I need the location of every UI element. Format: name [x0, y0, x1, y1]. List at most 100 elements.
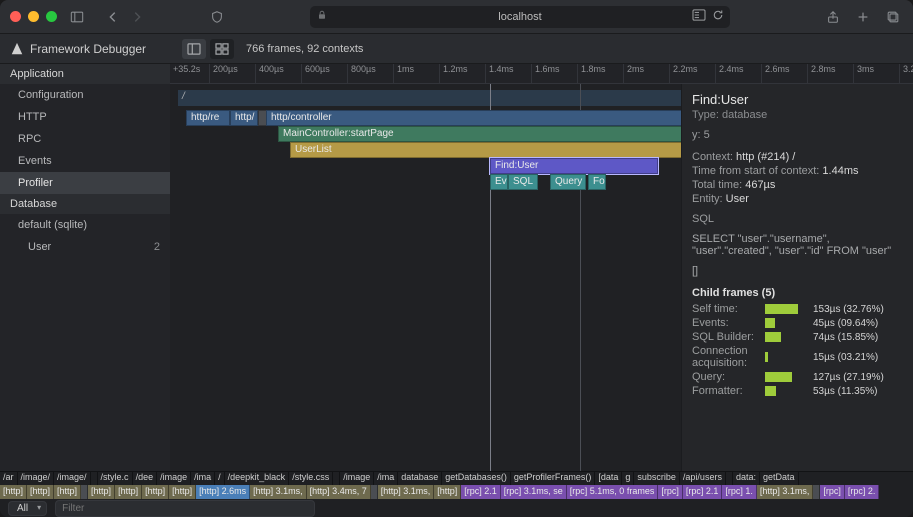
inspector-children-header: Child frames (5): [692, 287, 903, 299]
sidebar-item[interactable]: User2: [0, 236, 170, 258]
child-frame-row: SQL Builder:74µs (15.85%): [692, 331, 903, 343]
body: ApplicationConfigurationHTTPRPCEventsPro…: [0, 64, 913, 471]
inspector-children: Self time:153µs (32.76%)Events:45µs (09.…: [692, 303, 903, 397]
privacy-report-icon[interactable]: [207, 7, 227, 27]
ruler-tick: 3.2ms: [900, 64, 913, 83]
footer-filter-select[interactable]: All: [8, 501, 47, 516]
sidebar-item[interactable]: Configuration: [0, 84, 170, 106]
inspector-title: Find:User: [692, 92, 903, 107]
sidebar-item[interactable]: HTTP: [0, 106, 170, 128]
footer-block[interactable]: [rpc]: [658, 485, 683, 499]
footer-block[interactable]: [http] 2.6ms: [196, 485, 250, 499]
toolbar: Framework Debugger 766 frames, 92 contex…: [0, 34, 913, 64]
inspector-type: Type: database: [692, 109, 903, 121]
flame-span[interactable]: Fo: [588, 174, 606, 190]
footer-block[interactable]: [813, 485, 820, 499]
inspector-time-from-start: Time from start of context: 1.44ms: [692, 165, 903, 177]
sidebar: ApplicationConfigurationHTTPRPCEventsPro…: [0, 64, 170, 471]
address-right-controls: [692, 9, 724, 24]
ruler-tick: 2.8ms: [808, 64, 854, 83]
ruler-tick: 800µs: [348, 64, 394, 83]
sidebar-item[interactable]: default (sqlite): [0, 214, 170, 236]
close-window-button[interactable]: [10, 11, 21, 22]
footer-block[interactable]: [http]: [88, 485, 115, 499]
reader-icon[interactable]: [692, 9, 706, 24]
reload-icon[interactable]: [712, 9, 724, 24]
list-view-button[interactable]: [182, 39, 206, 59]
footer-block[interactable]: [rpc] 1.: [722, 485, 757, 499]
time-ruler[interactable]: +35.2s200µs400µs600µs800µs1ms1.2ms1.4ms1…: [170, 64, 913, 84]
footer-block[interactable]: [http] 3.4ms, 7: [307, 485, 371, 499]
ruler-tick: 2.2ms: [670, 64, 716, 83]
ruler-tick: 1.6ms: [532, 64, 578, 83]
flame-span[interactable]: SQL: [508, 174, 538, 190]
titlebar: localhost: [0, 0, 913, 34]
minimize-window-button[interactable]: [28, 11, 39, 22]
footer-block[interactable]: [http]: [142, 485, 169, 499]
grid-view-button[interactable]: [210, 39, 234, 59]
sidebar-item[interactable]: Events: [0, 150, 170, 172]
inspector-sql: SELECT "user"."username", "user"."create…: [692, 233, 903, 257]
ruler-tick: 1.4ms: [486, 64, 532, 83]
flame-span[interactable]: http/: [230, 110, 258, 126]
footer-block[interactable]: [http]: [54, 485, 81, 499]
flame-span[interactable]: UserList: [290, 142, 681, 158]
footer-label: /image/: [54, 472, 91, 485]
footer-block[interactable]: [371, 485, 378, 499]
footer-block[interactable]: [http] 3.1ms,: [250, 485, 307, 499]
forward-button[interactable]: [127, 7, 147, 27]
flame-graph[interactable]: / http/rehttp/http/controllerhttp/MainCo…: [170, 84, 681, 471]
flame-span[interactable]: http/controller: [266, 110, 681, 126]
sidebar-item[interactable]: Profiler: [0, 172, 170, 194]
lock-icon: [316, 9, 328, 24]
new-tab-icon[interactable]: [853, 7, 873, 27]
flame-span[interactable]: MainController:startPage: [278, 126, 681, 142]
footer-block[interactable]: [http]: [169, 485, 196, 499]
flame-span[interactable]: Query: [550, 174, 586, 190]
footer-block[interactable]: [http] 3.1ms,: [757, 485, 814, 499]
footer-label: data:: [733, 472, 760, 485]
footer-label: database: [398, 472, 442, 485]
footer-block[interactable]: [rpc]: [820, 485, 845, 499]
footer-block[interactable]: [rpc] 2.1: [461, 485, 501, 499]
footer-label: /style.css: [289, 472, 333, 485]
ruler-tick: 2.4ms: [716, 64, 762, 83]
child-frame-row: Formatter:53µs (11.35%): [692, 385, 903, 397]
footer-block[interactable]: [81, 485, 88, 499]
sidebar-toggle-icon[interactable]: [67, 7, 87, 27]
sidebar-section-header: Application: [0, 64, 170, 84]
flame-root[interactable]: /: [178, 90, 681, 106]
back-button[interactable]: [103, 7, 123, 27]
footer-block[interactable]: [http]: [115, 485, 142, 499]
stage: / http/rehttp/http/controllerhttp/MainCo…: [170, 84, 913, 471]
footer-label: /api/users: [680, 472, 726, 485]
footer-block[interactable]: [http]: [0, 485, 27, 499]
footer-block[interactable]: [rpc] 5.1ms, 0 frames: [567, 485, 659, 499]
footer-block[interactable]: [http]: [27, 485, 54, 499]
zoom-window-button[interactable]: [46, 11, 57, 22]
share-icon[interactable]: [823, 7, 843, 27]
flame-span[interactable]: Find:User: [490, 158, 658, 174]
inspector-y: y: 5: [692, 129, 903, 141]
sidebar-section-header: Database: [0, 194, 170, 214]
footer-label: getDatabases(): [442, 472, 511, 485]
footer-blocks-row: [http][http][http][http][http][http][htt…: [0, 485, 913, 499]
sidebar-item[interactable]: RPC: [0, 128, 170, 150]
flame-span[interactable]: Ev: [490, 174, 508, 190]
footer-block[interactable]: [rpc] 2.: [845, 485, 880, 499]
footer: /ar/image//image//style.c/dee/image/ima/…: [0, 471, 913, 517]
inspector-sql-params: []: [692, 265, 903, 277]
footer-label: /ima: [374, 472, 398, 485]
tabs-overview-icon[interactable]: [883, 7, 903, 27]
ruler-tick: 2.6ms: [762, 64, 808, 83]
ruler-tick: 200µs: [210, 64, 256, 83]
footer-block[interactable]: [rpc] 3.1ms, se: [501, 485, 567, 499]
footer-filter-input[interactable]: [55, 500, 315, 517]
flame-span[interactable]: http/re: [186, 110, 230, 126]
ruler-tick: 2ms: [624, 64, 670, 83]
footer-block[interactable]: [http]: [434, 485, 461, 499]
footer-block[interactable]: [rpc] 2.1: [683, 485, 723, 499]
address-field[interactable]: localhost: [310, 6, 730, 28]
footer-block[interactable]: [http] 3.1ms,: [378, 485, 435, 499]
footer-label: /image/: [18, 472, 55, 485]
